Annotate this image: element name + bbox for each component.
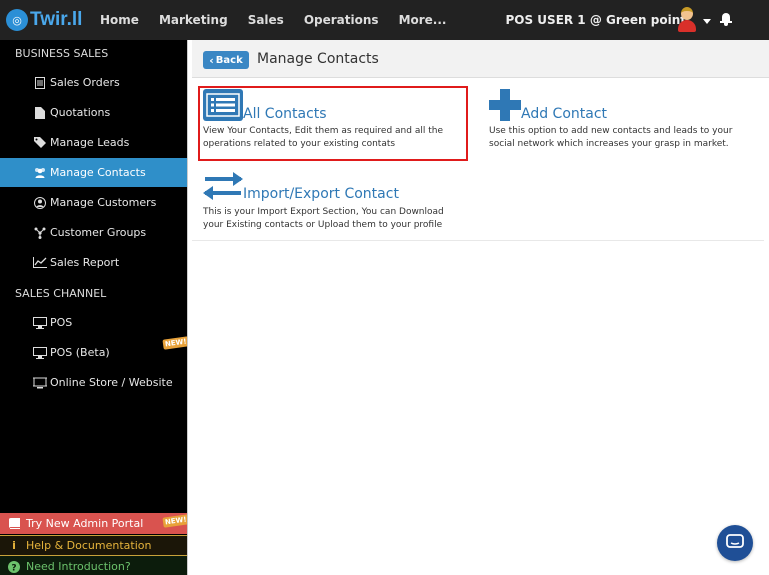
sidebar-item-manage-customers[interactable]: Manage Customers	[0, 188, 187, 217]
sidebar-item-customer-groups[interactable]: Customer Groups	[0, 218, 187, 247]
add-contact-card[interactable]: Add Contact Use this option to add new c…	[487, 89, 757, 159]
question-circle-icon: ?	[8, 560, 20, 573]
sidebar-item-label: Manage Customers	[50, 196, 157, 209]
document-icon	[33, 76, 47, 89]
user-circle-icon	[33, 196, 47, 209]
avatar[interactable]	[678, 7, 696, 33]
sidebar-item-quotations[interactable]: Quotations	[0, 98, 187, 127]
content-divider	[192, 240, 764, 241]
section-sales-channel: SALES CHANNEL	[15, 287, 107, 300]
top-nav: Home Marketing Sales Operations More...	[90, 0, 456, 40]
import-export-card[interactable]: Import/Export Contact This is your Impor…	[201, 172, 471, 236]
users-icon	[33, 167, 47, 179]
sidebar-item-online-store[interactable]: Online Store / Website	[0, 368, 187, 397]
info-icon: i	[12, 539, 16, 552]
nav-operations[interactable]: Operations	[294, 0, 389, 40]
help-documentation-label: Help & Documentation	[26, 539, 152, 552]
add-contact-title: Add Contact	[521, 106, 608, 122]
back-label: Back	[215, 54, 243, 66]
bell-icon[interactable]	[720, 12, 732, 26]
sidebar-item-label: Manage Contacts	[50, 166, 146, 179]
top-navbar: ◎ Twir.ll Home Marketing Sales Operation…	[0, 0, 769, 40]
import-export-title: Import/Export Contact	[243, 186, 399, 202]
all-contacts-desc: View Your Contacts, Edit them as require…	[203, 126, 443, 149]
nav-more[interactable]: More...	[389, 0, 457, 40]
sidebar-item-label: Customer Groups	[50, 226, 147, 239]
try-admin-portal-link[interactable]: Try New Admin Portal NEW!	[0, 513, 190, 534]
logo-text: Twir.ll	[30, 9, 83, 30]
chat-bubble-icon	[726, 533, 744, 553]
section-business-sales: BUSINESS SALES	[15, 47, 109, 60]
sidebar-item-pos[interactable]: POS	[0, 308, 187, 337]
nav-sales[interactable]: Sales	[238, 0, 294, 40]
list-icon	[203, 89, 243, 124]
add-contact-desc: Use this option to add new contacts and …	[489, 126, 733, 149]
monitor-icon	[33, 316, 47, 329]
book-icon	[8, 518, 20, 530]
sidebar-item-pos-beta[interactable]: POS (Beta) NEW!	[0, 336, 190, 367]
line-chart-icon	[33, 257, 47, 269]
sidebar-item-label: Online Store / Website	[50, 376, 173, 389]
nav-home[interactable]: Home	[90, 0, 149, 40]
help-documentation-link[interactable]: i Help & Documentation	[0, 535, 187, 556]
sidebar-item-label: Sales Report	[50, 256, 120, 269]
import-export-desc: This is your Import Export Section, You …	[203, 207, 444, 230]
exchange-icon	[203, 172, 243, 203]
app-logo[interactable]: ◎ Twir.ll	[6, 8, 82, 32]
sidebar-item-label: POS	[50, 316, 73, 329]
monitor-icon	[33, 346, 47, 359]
sidebar-item-manage-contacts[interactable]: Manage Contacts	[0, 158, 187, 187]
need-introduction-label: Need Introduction?	[26, 560, 131, 573]
chat-launcher-button[interactable]	[717, 525, 753, 561]
sidebar-item-sales-report[interactable]: Sales Report	[0, 248, 187, 277]
sidebar-item-label: POS (Beta)	[50, 346, 110, 359]
store-icon	[33, 377, 47, 389]
chevron-left-icon: ‹	[209, 53, 214, 67]
plus-icon	[489, 89, 521, 124]
svg-text:?: ?	[11, 563, 16, 573]
logo-mark-icon: ◎	[6, 9, 28, 31]
user-menu-caret-icon[interactable]	[703, 19, 711, 24]
group-icon	[33, 227, 47, 239]
all-contacts-card[interactable]: All Contacts View Your Contacts, Edit th…	[201, 89, 465, 159]
user-label[interactable]: POS USER 1 @ Green point	[505, 0, 686, 40]
new-badge: NEW!	[162, 514, 190, 528]
page-header: ‹ Back Manage Contacts	[192, 40, 769, 78]
try-admin-portal-label: Try New Admin Portal	[26, 517, 144, 530]
new-badge: NEW!	[162, 336, 190, 350]
sidebar-item-label: Sales Orders	[50, 76, 120, 89]
file-icon	[33, 106, 47, 119]
sidebar-item-label: Manage Leads	[50, 136, 130, 149]
sidebar-item-manage-leads[interactable]: Manage Leads	[0, 128, 187, 157]
page-title: Manage Contacts	[257, 51, 379, 67]
tags-icon	[33, 137, 47, 149]
sidebar-item-sales-orders[interactable]: Sales Orders	[0, 68, 187, 97]
nav-marketing[interactable]: Marketing	[149, 0, 238, 40]
sidebar: BUSINESS SALES Sales Orders Quotations M…	[0, 40, 190, 575]
sidebar-item-label: Quotations	[50, 106, 111, 119]
need-introduction-link[interactable]: ? Need Introduction?	[0, 556, 187, 575]
back-button[interactable]: ‹ Back	[203, 51, 249, 69]
all-contacts-title: All Contacts	[243, 106, 327, 122]
